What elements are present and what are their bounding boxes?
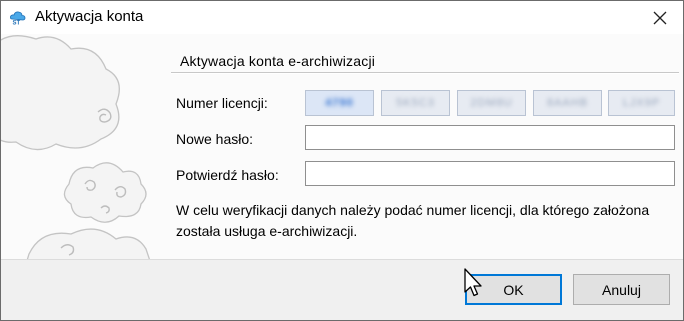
svg-text:ST: ST (13, 21, 21, 27)
cancel-button[interactable]: Anuluj (573, 274, 670, 305)
confirm-password-field[interactable] (305, 161, 675, 186)
license-segment-5[interactable]: LJX9P (608, 90, 675, 116)
button-bar: OK Anuluj (1, 259, 683, 320)
dialog-window: ST Aktywacja konta Aktywacja konta e-arc… (0, 0, 684, 321)
license-label: Numer licencji: (176, 95, 268, 111)
title-bar[interactable]: ST Aktywacja konta (1, 1, 683, 34)
new-password-field[interactable] (305, 125, 675, 150)
window-title: Aktywacja konta (35, 8, 144, 25)
dialog-body: Aktywacja konta e-archiwizacji Numer lic… (1, 34, 683, 259)
ok-button[interactable]: OK (465, 274, 562, 305)
cloud-archive-icon: ST (10, 11, 26, 27)
close-icon (653, 11, 667, 24)
license-segment-1[interactable]: 4790 (305, 90, 374, 116)
license-segment-2[interactable]: 5K5C3 (381, 90, 450, 116)
license-segment-3[interactable]: 2DM8U (457, 90, 526, 116)
info-text: W celu weryfikacji danych należy podać n… (176, 202, 650, 239)
license-segment-4[interactable]: 8AAHB (533, 90, 602, 116)
cloud-decoration (1, 35, 151, 259)
section-divider (171, 72, 679, 74)
section-title: Aktywacja konta e-archiwizacji (180, 53, 376, 69)
close-button[interactable] (637, 1, 683, 34)
confirm-password-label: Potwierdź hasło: (176, 167, 279, 183)
new-password-label: Nowe hasło: (176, 131, 254, 147)
